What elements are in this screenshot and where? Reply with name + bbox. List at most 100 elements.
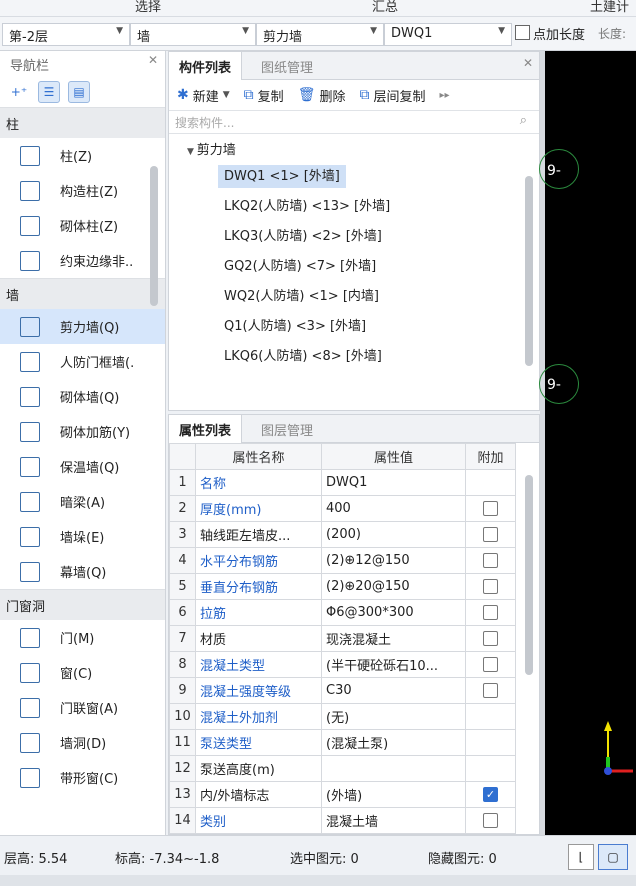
nav-category[interactable]: 门窗洞 [0,589,165,620]
tab-layer-management[interactable]: 图层管理 [251,415,323,443]
nav-item[interactable]: 砌体墙(Q) [0,379,165,414]
component-select[interactable]: DWQ1 ▼ [384,23,512,46]
new-button[interactable]: ✱ 新建 ▼ [177,86,230,105]
additional-checkbox[interactable] [483,605,498,620]
drawing-canvas[interactable]: 9- 9- [539,51,636,835]
property-value[interactable]: (半干硬砼砾石10... [321,651,466,678]
ribbon-civil-label[interactable]: 土建计 [590,0,629,15]
nav-item[interactable]: 幕墙(Q) [0,554,165,589]
property-row[interactable]: 14 类别 混凝土墙 [169,807,516,834]
component-search-input[interactable]: 搜索构件... ⌕ [169,110,539,134]
nav-item[interactable]: 人防门框墙(. [0,344,165,379]
col-property-name: 属性名称 [195,443,322,470]
property-value[interactable]: DWQ1 [321,469,466,496]
detail-view-icon[interactable]: ▤ [68,81,90,103]
nav-item[interactable]: 约束边缘非.. [0,243,165,278]
property-row[interactable]: 10 混凝土外加剂 (无) [169,703,516,730]
copy-button[interactable]: ⧉ 复制 [244,86,284,105]
nav-item[interactable]: 窗(C) [0,655,165,690]
nav-item[interactable]: 带形窗(C) [0,760,165,795]
close-icon[interactable]: ✕ [523,56,533,70]
property-scrollbar[interactable] [525,475,533,675]
list-view-icon[interactable]: ☰ [38,81,60,103]
additional-checkbox[interactable] [483,813,498,828]
tree-item[interactable]: LKQ3(人防墙) <2> [外墙] [169,220,539,250]
property-value[interactable]: 现浇混凝土 [321,625,466,652]
nav-category[interactable]: 柱 [0,107,165,138]
ribbon-summary-label[interactable]: 汇总 [372,0,398,15]
property-row[interactable]: 1 名称 DWQ1 [169,469,516,496]
select-mode-icon[interactable]: ▢ [598,844,628,870]
delete-button[interactable]: 🗑 删除 [298,86,346,105]
elevation: 标高: -7.34~-1.8 [115,852,220,867]
tree-item[interactable]: DWQ1 <1> [外墙] [169,160,539,190]
additional-checkbox[interactable]: ✓ [483,787,498,802]
component-scrollbar[interactable] [525,176,533,366]
property-row[interactable]: 9 混凝土强度等级 C30 [169,677,516,704]
property-row[interactable]: 2 厚度(mm) 400 [169,495,516,522]
nav-item[interactable]: 暗梁(A) [0,484,165,519]
property-row[interactable]: 13 内/外墙标志 (外墙) ✓ [169,781,516,808]
property-value[interactable] [321,755,466,782]
add-length-checkbox[interactable] [515,25,530,40]
nav-item[interactable]: 剪力墙(Q) [0,309,165,344]
tab-property-list[interactable]: 属性列表 [169,415,243,443]
floor-copy-button[interactable]: ⧉ 层间复制 [359,86,425,105]
property-value[interactable]: 400 [321,495,466,522]
nav-item[interactable]: 门联窗(A) [0,690,165,725]
additional-checkbox[interactable] [483,579,498,594]
property-value[interactable]: 混凝土墙 [321,807,466,834]
property-value[interactable]: (2)⊕20@150 [321,573,466,600]
add-icon[interactable]: +⁺ [8,81,30,103]
nav-item-label: 暗梁(A) [60,496,106,511]
additional-checkbox[interactable] [483,631,498,646]
property-value[interactable]: (200) [321,521,466,548]
property-value[interactable]: (无) [321,703,466,730]
close-icon[interactable]: ✕ [148,53,158,67]
additional-checkbox[interactable] [483,527,498,542]
tree-item[interactable]: LKQ2(人防墙) <13> [外墙] [169,190,539,220]
nav-item[interactable]: 保温墙(Q) [0,449,165,484]
nav-scrollbar[interactable] [150,166,158,306]
additional-checkbox[interactable] [483,657,498,672]
tree-item[interactable]: LKQ6(人防墙) <8> [外墙] [169,340,539,370]
property-row[interactable]: 3 轴线距左墙皮... (200) [169,521,516,548]
additional-checkbox[interactable] [483,683,498,698]
property-value[interactable]: C30 [321,677,466,704]
property-value[interactable]: (混凝土泵) [321,729,466,756]
property-row[interactable]: 11 泵送类型 (混凝土泵) [169,729,516,756]
nav-item[interactable]: 墙洞(D) [0,725,165,760]
property-row[interactable]: 8 混凝土类型 (半干硬砼砾石10... [169,651,516,678]
nav-item[interactable]: 门(M) [0,620,165,655]
nav-item[interactable]: 砌体柱(Z) [0,208,165,243]
property-row[interactable]: 5 垂直分布钢筋 (2)⊕20@150 [169,573,516,600]
category-select[interactable]: 墙 ▼ [130,23,256,46]
nav-category[interactable]: 墙 [0,278,165,309]
additional-checkbox[interactable] [483,501,498,516]
nav-item[interactable]: 柱(Z) [0,138,165,173]
tree-item[interactable]: WQ2(人防墙) <1> [内墙] [169,280,539,310]
tab-component-list[interactable]: 构件列表 [169,52,243,80]
tab-drawing-management[interactable]: 图纸管理 [251,52,323,80]
property-row[interactable]: 12 泵送高度(m) [169,755,516,782]
property-row[interactable]: 4 水平分布钢筋 (2)⊕12@150 [169,547,516,574]
tree-item[interactable]: Q1(人防墙) <3> [外墙] [169,310,539,340]
ortho-mode-icon[interactable]: ⌊ [568,844,594,870]
more-icon[interactable]: ▸▸ [440,90,450,101]
floor-select[interactable]: 第-2层 ▼ [2,23,130,46]
property-value[interactable]: Φ6@300*300 [321,599,466,626]
type-select[interactable]: 剪力墙 ▼ [256,23,384,46]
nav-item[interactable]: 构造柱(Z) [0,173,165,208]
additional-cell [465,521,516,548]
tree-item[interactable]: GQ2(人防墙) <7> [外墙] [169,250,539,280]
property-row[interactable]: 7 材质 现浇混凝土 [169,625,516,652]
property-value[interactable]: (2)⊕12@150 [321,547,466,574]
property-value[interactable]: (外墙) [321,781,466,808]
tree-group-shear-wall[interactable]: ▼ 剪力墙 [169,134,539,160]
nav-item[interactable]: 墙垛(E) [0,519,165,554]
property-row[interactable]: 6 拉筋 Φ6@300*300 [169,599,516,626]
ribbon-select-label[interactable]: 选择 [135,0,161,15]
additional-checkbox[interactable] [483,553,498,568]
search-icon[interactable]: ⌕ [520,113,527,128]
nav-item[interactable]: 砌体加筋(Y) [0,414,165,449]
